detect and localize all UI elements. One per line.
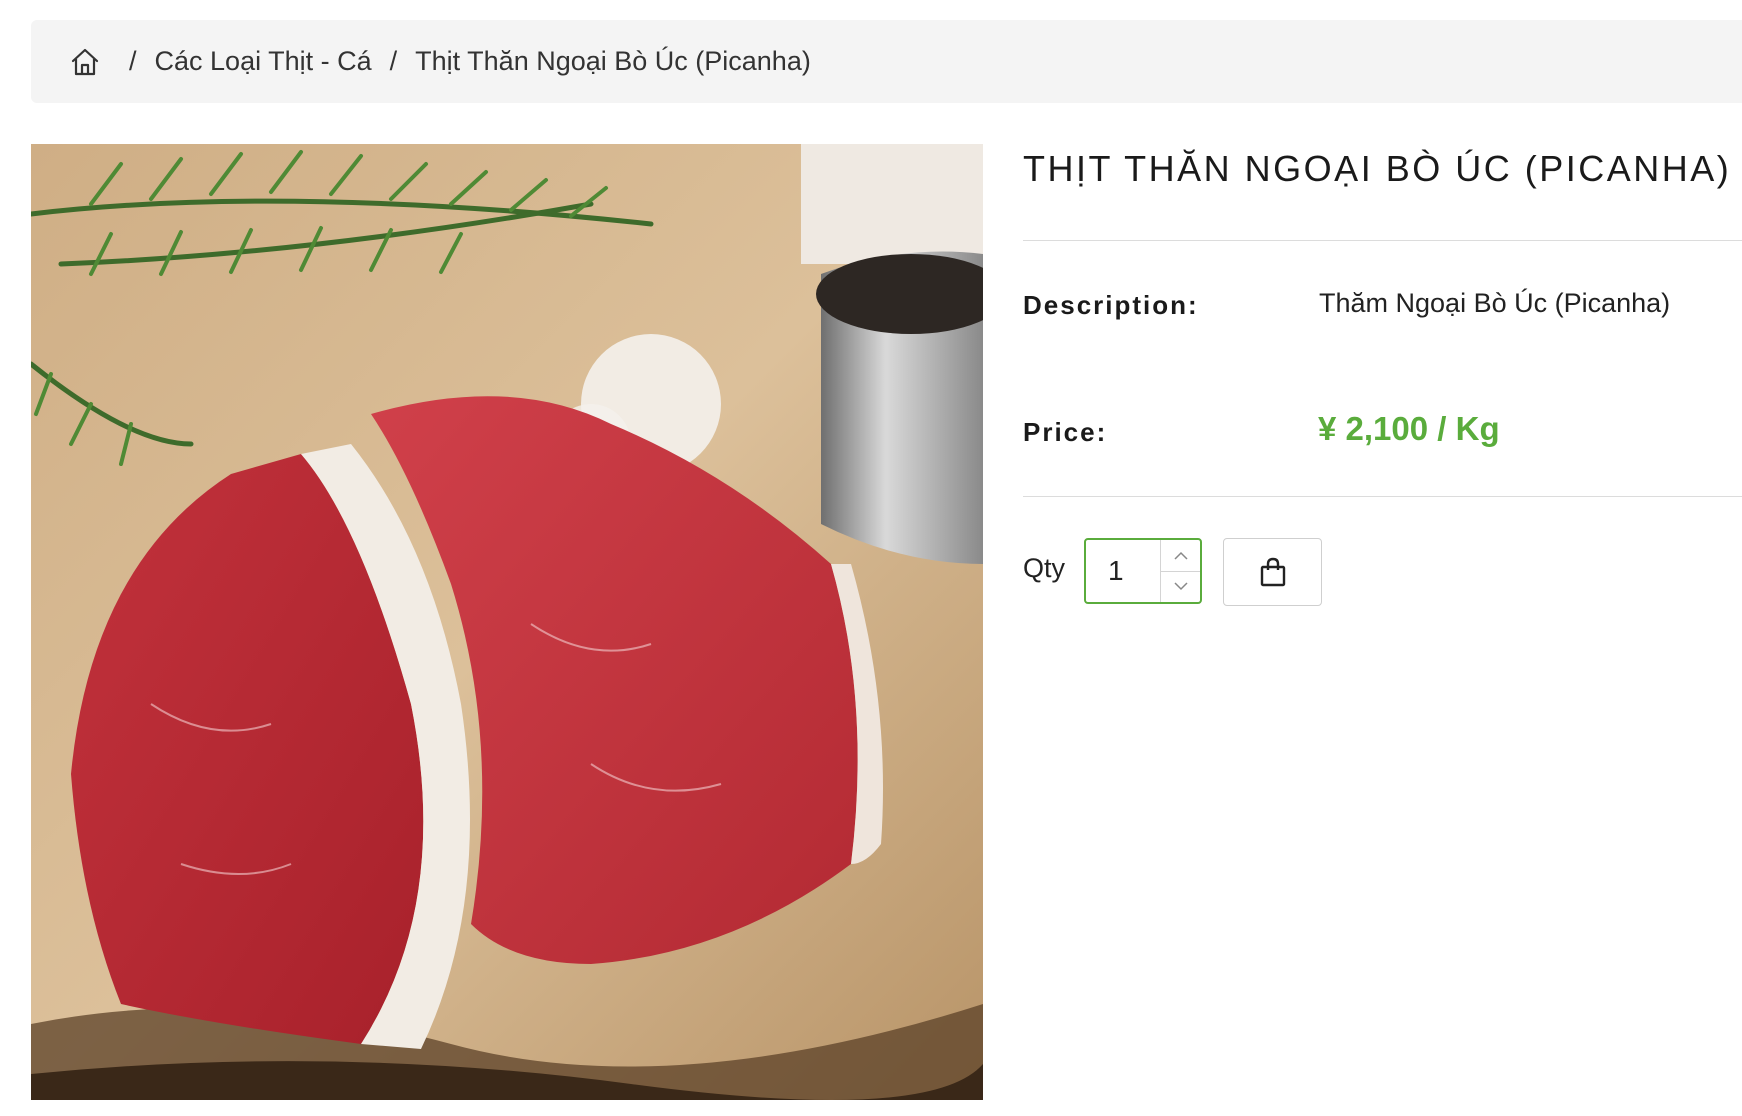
price-label: Price: [1023,417,1108,447]
quantity-input[interactable] [1086,540,1160,602]
chevron-down-icon[interactable] [1161,570,1200,603]
stepper-controls [1160,540,1200,602]
product-image [31,144,983,1100]
breadcrumb-separator: / [129,46,137,76]
quantity-stepper [1084,538,1202,604]
divider [1023,496,1742,497]
breadcrumb-category-link[interactable]: Các Loại Thịt - Cá [155,46,372,77]
breadcrumb: / Các Loại Thịt - Cá / Thịt Thăn Ngoại B… [31,20,1742,103]
shopping-bag-icon [1260,557,1285,587]
product-title: THỊT THĂN NGOẠI BÒ ÚC (PICANHA) [1023,148,1732,189]
breadcrumb-separator: / [389,46,398,76]
qty-label: Qty [1023,553,1066,583]
description-value: Thăm Ngoại Bò Úc (Picanha) [1319,288,1671,318]
product-photo [31,144,983,1100]
breadcrumb-current: Thịt Thăn Ngoại Bò Úc (Picanha) [415,46,811,76]
divider [1023,240,1742,241]
description-label: Description: [1023,290,1199,320]
price-value: ¥ 2,100 / Kg [1318,410,1500,447]
chevron-up-icon[interactable] [1161,540,1200,571]
add-to-cart-button[interactable] [1223,538,1322,606]
home-icon[interactable] [69,46,101,78]
